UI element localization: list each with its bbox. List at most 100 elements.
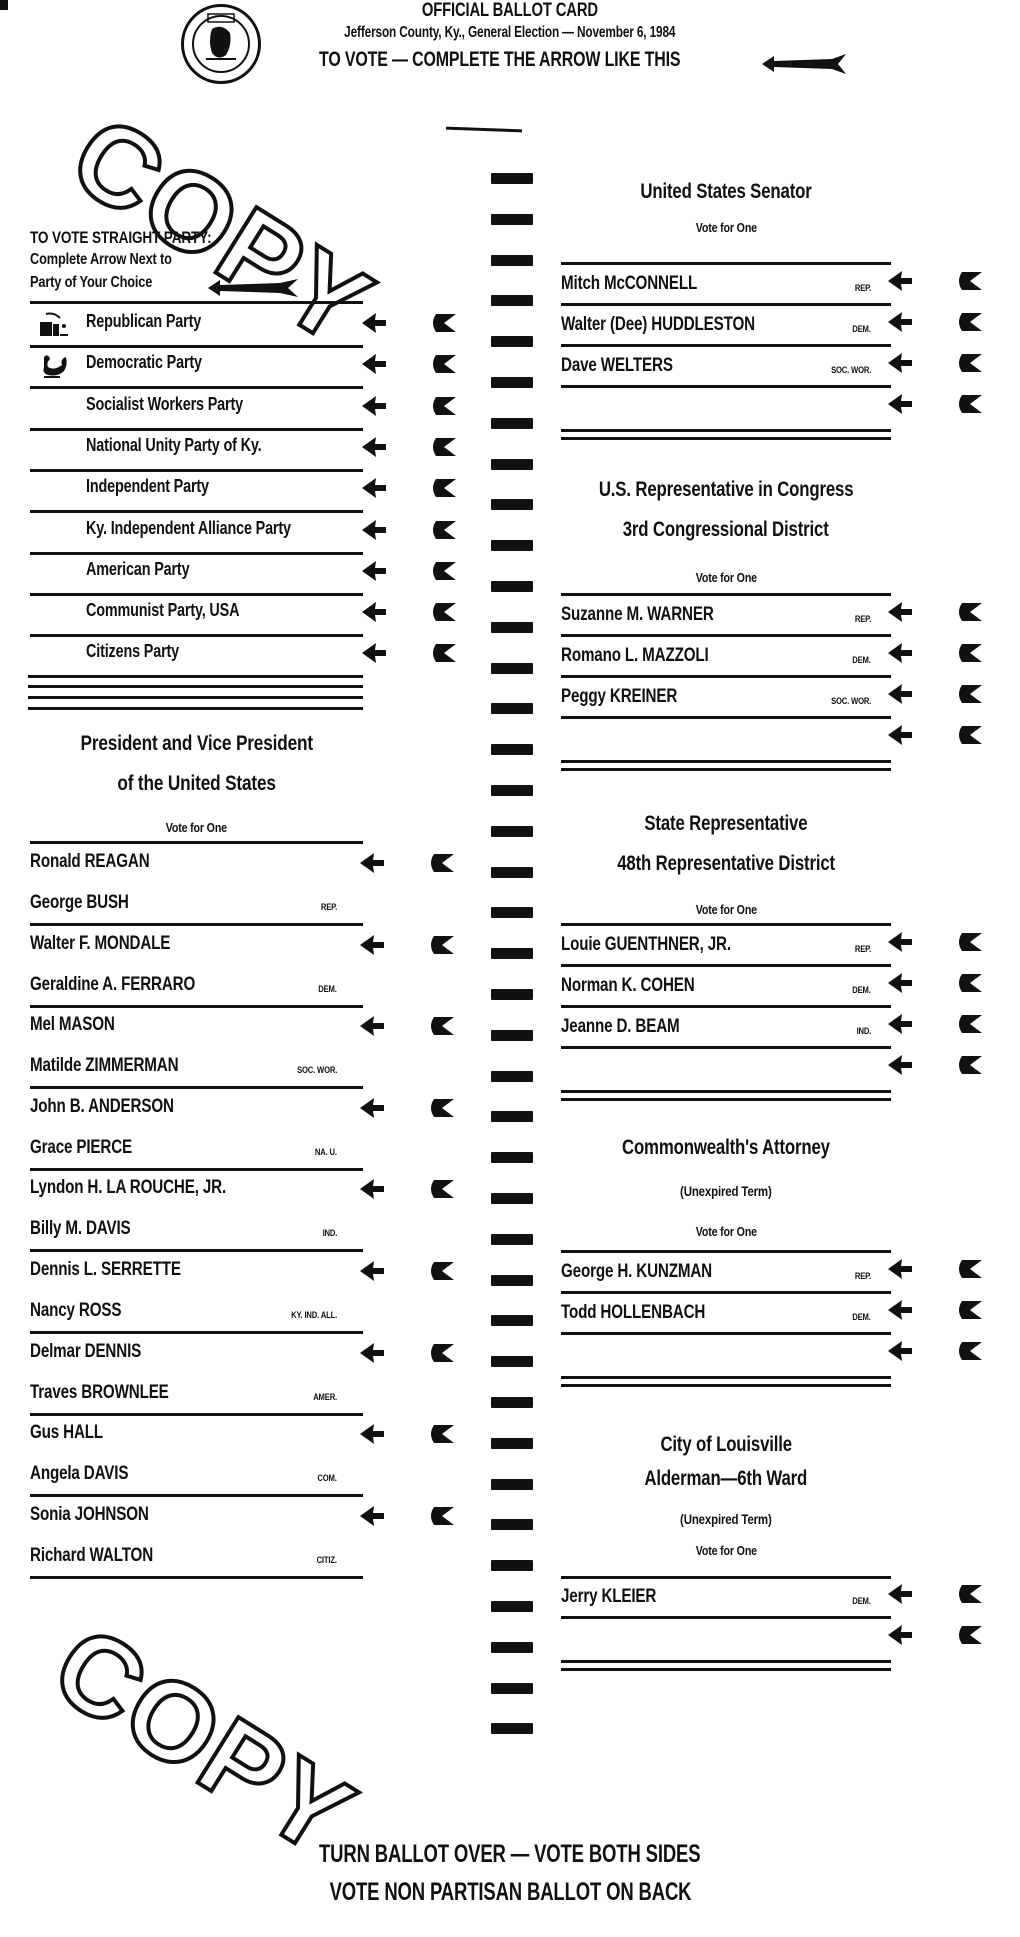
commonwealth-attorney-term-text: (Unexpired Term) [680,1183,772,1199]
commonwealth_attorney-candidate-arrow-tail-icon[interactable] [956,1341,982,1361]
party-row-arrow-head-icon[interactable] [362,395,388,416]
commonwealth_attorney-candidate-arrow-tail-icon[interactable] [956,1259,982,1279]
party-row-arrow-tail-icon[interactable] [430,437,456,457]
president-ticket-arrow-head-icon[interactable] [360,1261,386,1281]
congress-candidate-arrow-tail-icon[interactable] [956,684,982,704]
senator-candidate-arrow-tail-icon[interactable] [956,312,982,332]
president-candidate-text: Ronald REAGAN [30,851,150,872]
commonwealth_attorney-candidate-arrow-head-icon[interactable] [888,1341,914,1361]
congress-candidate-arrow-head-icon[interactable] [888,602,914,622]
alderman-candidate-arrow-tail-icon[interactable] [956,1584,982,1604]
president-ticket-arrow-tail-icon[interactable] [428,1261,454,1281]
timing-mark [491,1437,533,1449]
party-abbreviation: KY. IND. ALL. [257,1310,337,1320]
footer-line2-text: VOTE NON PARTISAN BALLOT ON BACK [329,1878,691,1906]
party-row-arrow-head-icon[interactable] [362,560,388,581]
commonwealth_attorney-candidate-arrow-head-icon[interactable] [888,1300,914,1320]
president-vote-for: Vote for One [30,820,363,835]
president-ticket-arrow-tail-icon[interactable] [428,1016,454,1036]
state_rep-candidate-arrow-tail-icon[interactable] [956,973,982,993]
party-abbreviation-text: IND. [322,1228,337,1239]
president-ticket-arrow-tail-icon[interactable] [428,1098,454,1118]
president-ticket-arrow-tail-icon[interactable] [428,1343,454,1363]
state_rep-candidate-arrow-head-icon[interactable] [888,1055,914,1075]
state_rep-candidate-arrow-head-icon[interactable] [888,1014,914,1034]
president-ticket-arrow-tail-icon[interactable] [428,935,454,955]
party-row-arrow-tail-icon[interactable] [430,602,456,622]
party-abbreviation: DEM. [791,1312,872,1322]
rule [561,262,891,265]
congress-candidate-arrow-tail-icon[interactable] [956,602,982,622]
party-row-arrow-head-icon[interactable] [362,643,388,664]
party-abbreviation-text: CITIZ. [316,1554,337,1565]
president-ticket-arrow-head-icon[interactable] [360,1505,386,1526]
senator-candidate-arrow-tail-icon[interactable] [956,353,982,373]
president-ticket-arrow-head-icon[interactable] [360,1097,386,1118]
state_rep-candidate-arrow-tail-icon[interactable] [956,1014,982,1034]
state_rep-candidate-arrow-tail-icon[interactable] [956,932,982,952]
party-row-arrow-tail-icon[interactable] [430,396,456,416]
party-row-arrow-head-icon[interactable] [362,602,388,623]
senator-vote-for: Vote for One [561,220,891,235]
party-row-arrow-tail-icon[interactable] [430,520,456,540]
state_rep-candidate-arrow-head-icon[interactable] [888,932,914,952]
alderman-candidate-arrow-tail-icon[interactable] [956,1625,982,1645]
vice-president-candidate: Richard WALTON [30,1545,184,1567]
president-ticket-arrow-tail-icon[interactable] [428,1424,454,1444]
senator-candidate-arrow-head-icon[interactable] [888,271,914,291]
state-rep-title-line2: 48th Representative District [561,852,891,876]
congress-candidate-arrow-head-icon[interactable] [888,725,914,745]
senator-candidate-arrow-tail-icon[interactable] [956,394,982,414]
congress-candidate-arrow-tail-icon[interactable] [956,725,982,745]
president-ticket-arrow-head-icon[interactable] [360,1179,386,1200]
alderman-candidate-arrow-head-icon[interactable] [888,1625,914,1645]
president-ticket-arrow-head-icon[interactable] [360,1016,386,1037]
senator-candidate-arrow-head-icon[interactable] [888,353,914,373]
timing-mark [491,785,533,796]
president-ticket-arrow-tail-icon[interactable] [428,853,454,873]
state_rep-candidate-arrow-head-icon[interactable] [888,973,914,993]
party-row-divider [30,510,363,514]
alderman-term: (Unexpired Term) [561,1511,891,1527]
party-row-arrow-head-icon[interactable] [362,519,388,540]
footer-line2: VOTE NON PARTISAN BALLOT ON BACK [0,1878,1020,1907]
party-row-arrow-head-icon[interactable] [362,478,388,499]
senator-candidate-arrow-head-icon[interactable] [888,394,914,414]
timing-mark [491,1682,533,1694]
party-row-label: Ky. Independent Alliance Party [86,518,342,539]
party-row-arrow-tail-icon[interactable] [430,643,456,663]
president-ticket-arrow-head-icon[interactable] [360,853,386,873]
alderman-candidate-arrow-head-icon[interactable] [888,1584,914,1604]
candidate-divider [561,1005,891,1008]
president-ticket-arrow-tail-icon[interactable] [428,1506,454,1526]
commonwealth_attorney-candidate-arrow-tail-icon[interactable] [956,1300,982,1320]
congress-candidate-arrow-head-icon[interactable] [888,643,914,663]
party-row-arrow-head-icon[interactable] [362,313,388,333]
timing-mark [491,1641,533,1653]
president-ticket-arrow-head-icon[interactable] [360,1424,386,1445]
president-ticket-arrow-tail-icon[interactable] [428,1179,454,1199]
president-ticket-arrow-head-icon[interactable] [360,934,386,955]
party-row-arrow-head-icon[interactable] [362,354,388,375]
congress-candidate-arrow-tail-icon[interactable] [956,643,982,663]
pen-mark [445,126,523,133]
party-abbreviation-text: REP. [854,944,871,954]
timing-mark [491,417,533,429]
senator-candidate-text: Walter (Dee) HUDDLESTON [561,314,755,335]
state_rep-candidate-arrow-tail-icon[interactable] [956,1055,982,1075]
congress-candidate-arrow-head-icon[interactable] [888,684,914,704]
senator-candidate-arrow-tail-icon[interactable] [956,271,982,291]
party-abbreviation: REP. [791,944,871,954]
senator-candidate-arrow-head-icon[interactable] [888,312,914,332]
party-row-arrow-tail-icon[interactable] [430,561,456,581]
president-candidate-text: Mel MASON [30,1014,115,1036]
party-row-arrow-tail-icon[interactable] [430,354,456,374]
party-row-arrow-tail-icon[interactable] [430,478,456,498]
state_rep-candidate: Norman K. COHEN [561,975,728,997]
president-ticket-arrow-head-icon[interactable] [360,1342,386,1363]
commonwealth_attorney-candidate-arrow-head-icon[interactable] [888,1259,914,1279]
party-row-label: Republican Party [86,311,230,332]
party-row-arrow-tail-icon[interactable] [430,313,456,333]
party-row-arrow-head-icon[interactable] [362,436,388,457]
rule [561,593,891,596]
